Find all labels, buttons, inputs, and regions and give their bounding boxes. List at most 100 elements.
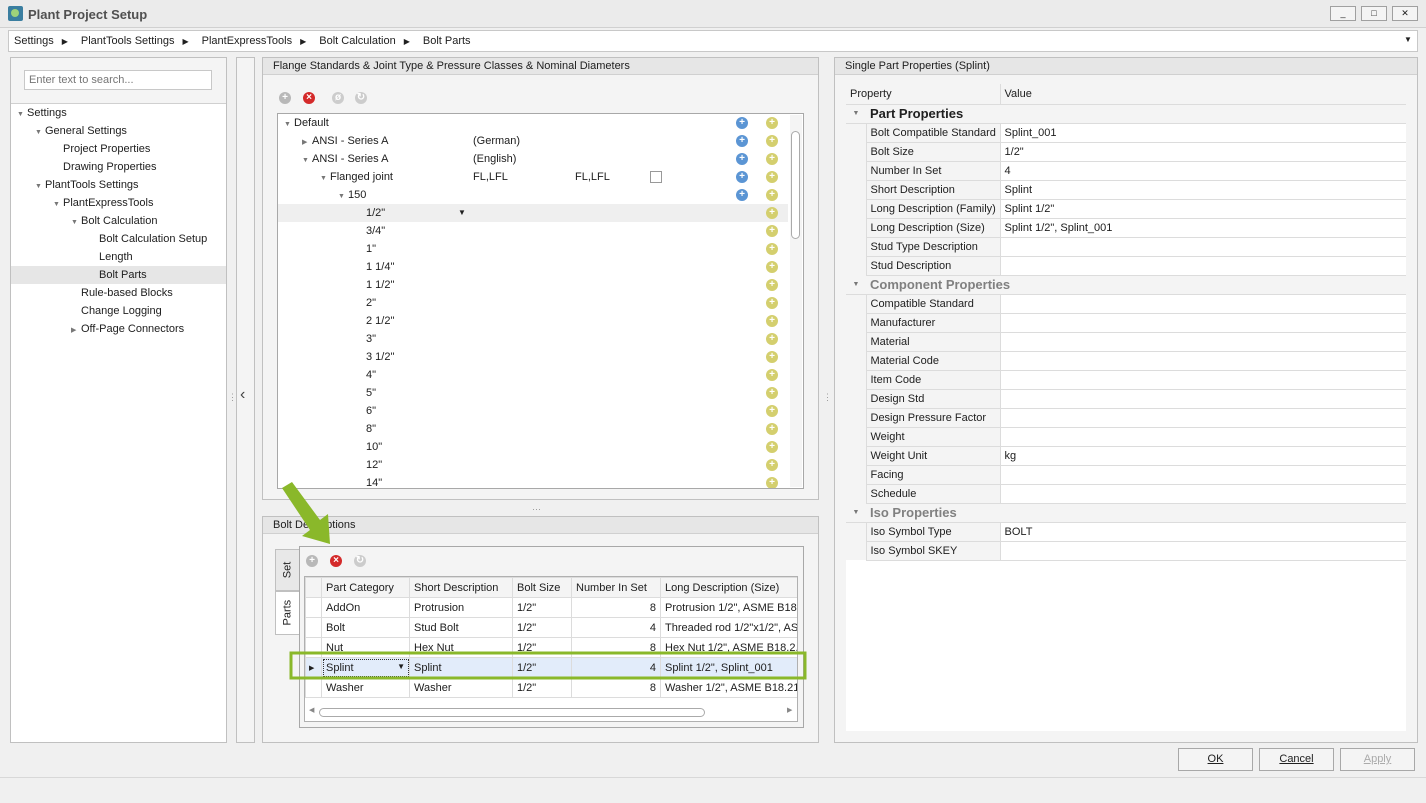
tree-node[interactable]: 2" <box>278 294 788 312</box>
tree-item[interactable]: ▼ General Settings <box>11 122 226 140</box>
property-row[interactable]: Long Description (Family) Splint 1/2" <box>846 199 1406 219</box>
property-value[interactable] <box>1000 351 1406 371</box>
breadcrumb-item[interactable]: PlantExpressTools <box>202 31 293 51</box>
property-row[interactable]: Manufacturer <box>846 313 1406 333</box>
value-column-header[interactable]: Value <box>1000 84 1406 105</box>
dropdown-icon[interactable]: ▼ <box>458 204 466 222</box>
property-value[interactable] <box>1000 332 1406 352</box>
tree-item[interactable]: Project Properties <box>11 140 226 158</box>
property-value[interactable] <box>1000 465 1406 485</box>
property-value[interactable]: kg <box>1000 446 1406 466</box>
property-row[interactable]: Facing <box>846 465 1406 485</box>
close-button[interactable]: ✕ <box>1392 6 1418 21</box>
add-child-icon[interactable]: + <box>736 117 748 129</box>
property-row[interactable]: Bolt Compatible Standard Splint_001 <box>846 123 1406 143</box>
tree-item[interactable]: Bolt Parts <box>11 266 226 284</box>
tree-node[interactable]: 3" <box>278 330 788 348</box>
tree-item[interactable]: Bolt Calculation Setup <box>11 230 226 248</box>
apply-button[interactable]: Apply <box>1340 748 1415 771</box>
maximize-button[interactable]: □ <box>1361 6 1387 21</box>
breadcrumb-item[interactable]: PlantTools Settings <box>81 31 175 51</box>
add-child-icon[interactable]: + <box>736 153 748 165</box>
property-value[interactable] <box>1000 256 1406 276</box>
property-row[interactable]: Design Std <box>846 389 1406 409</box>
tree-node[interactable]: 1 1/2" <box>278 276 788 294</box>
add-item-icon[interactable]: + <box>766 225 778 237</box>
add-item-icon[interactable]: + <box>766 315 778 327</box>
hide-icon[interactable]: ø <box>332 92 344 104</box>
splitter-handle[interactable]: ⋮ <box>823 392 832 403</box>
property-row[interactable]: Stud Description <box>846 256 1406 276</box>
tree-node[interactable]: 8" <box>278 420 788 438</box>
add-item-icon[interactable]: + <box>766 279 778 291</box>
property-value[interactable]: Splint_001 <box>1000 123 1406 143</box>
tree-node[interactable]: 1 1/4" <box>278 258 788 276</box>
tree-node[interactable]: 1/2" ▼ <box>278 204 788 222</box>
add-item-icon[interactable]: + <box>766 441 778 453</box>
add-item-icon[interactable]: + <box>766 405 778 417</box>
scrollbar[interactable] <box>790 115 802 487</box>
cancel-button[interactable]: Cancel <box>1259 748 1334 771</box>
property-row[interactable]: Material <box>846 332 1406 352</box>
property-value[interactable] <box>1000 484 1406 504</box>
tree-node[interactable]: ▼ Default <box>278 114 788 132</box>
property-row[interactable]: Compatible Standard <box>846 294 1406 314</box>
property-row[interactable]: Material Code <box>846 351 1406 371</box>
property-column-header[interactable]: Property <box>846 84 1001 105</box>
add-item-icon[interactable]: + <box>766 423 778 435</box>
collapse-icon[interactable]: ▼ <box>846 503 866 523</box>
property-value[interactable] <box>1000 389 1406 409</box>
add-child-icon[interactable]: + <box>736 189 748 201</box>
add-item-icon[interactable]: + <box>766 153 778 165</box>
tree-node[interactable]: 6" <box>278 402 788 420</box>
tree-item[interactable]: Drawing Properties <box>11 158 226 176</box>
add-child-icon[interactable]: + <box>736 135 748 147</box>
property-row[interactable]: Stud Type Description <box>846 237 1406 257</box>
tree-node[interactable]: 3 1/2" <box>278 348 788 366</box>
delete-icon[interactable]: × <box>303 92 315 104</box>
refresh-icon[interactable]: ↻ <box>355 92 367 104</box>
property-category[interactable]: ▼ Iso Properties <box>846 503 1406 523</box>
property-row[interactable]: Schedule <box>846 484 1406 504</box>
property-row[interactable]: Design Pressure Factor <box>846 408 1406 428</box>
property-category[interactable]: ▼ Part Properties <box>846 104 1406 124</box>
collapse-icon[interactable]: ▼ <box>846 275 866 295</box>
tree-node[interactable]: 2 1/2" <box>278 312 788 330</box>
property-row[interactable]: Number In Set 4 <box>846 161 1406 181</box>
add-item-icon[interactable]: + <box>766 333 778 345</box>
add-item-icon[interactable]: + <box>766 135 778 147</box>
tree-node[interactable]: 4" <box>278 366 788 384</box>
minimize-button[interactable]: _ <box>1330 6 1356 21</box>
add-item-icon[interactable]: + <box>766 297 778 309</box>
property-row[interactable]: Iso Symbol SKEY <box>846 541 1406 561</box>
collapse-sidebar-button[interactable]: ‹ <box>236 57 255 743</box>
collapse-icon[interactable]: ▼ <box>846 104 866 124</box>
tree-node[interactable]: 1" <box>278 240 788 258</box>
add-item-icon[interactable]: + <box>766 369 778 381</box>
property-row[interactable]: Long Description (Size) Splint 1/2", Spli… <box>846 218 1406 238</box>
add-item-icon[interactable]: + <box>766 207 778 219</box>
tree-node[interactable]: ▶ ANSI - Series A (German) <box>278 132 788 150</box>
add-child-icon[interactable]: + <box>736 171 748 183</box>
property-value[interactable]: Splint <box>1000 180 1406 200</box>
property-value[interactable]: 4 <box>1000 161 1406 181</box>
tree-item[interactable]: ▶ Off-Page Connectors <box>11 320 226 338</box>
tree-node[interactable]: 12" <box>278 456 788 474</box>
breadcrumb-item[interactable]: Bolt Calculation <box>319 31 395 51</box>
property-row[interactable]: Bolt Size 1/2" <box>846 142 1406 162</box>
tree-item[interactable]: ▼ PlantTools Settings <box>11 176 226 194</box>
add-item-icon[interactable]: + <box>766 459 778 471</box>
add-item-icon[interactable]: + <box>766 243 778 255</box>
tree-item[interactable]: ▼ PlantExpressTools <box>11 194 226 212</box>
property-value[interactable] <box>1000 313 1406 333</box>
add-icon[interactable]: + <box>279 92 291 104</box>
property-row[interactable]: Item Code <box>846 370 1406 390</box>
add-item-icon[interactable]: + <box>766 171 778 183</box>
tree-node[interactable]: 5" <box>278 384 788 402</box>
property-value[interactable] <box>1000 294 1406 314</box>
tree-item[interactable]: ▼ Settings <box>11 104 226 122</box>
search-input[interactable] <box>24 70 212 90</box>
tree-item[interactable]: Length <box>11 248 226 266</box>
property-value[interactable]: BOLT <box>1000 522 1406 542</box>
property-row[interactable]: Weight Unit kg <box>846 446 1406 466</box>
